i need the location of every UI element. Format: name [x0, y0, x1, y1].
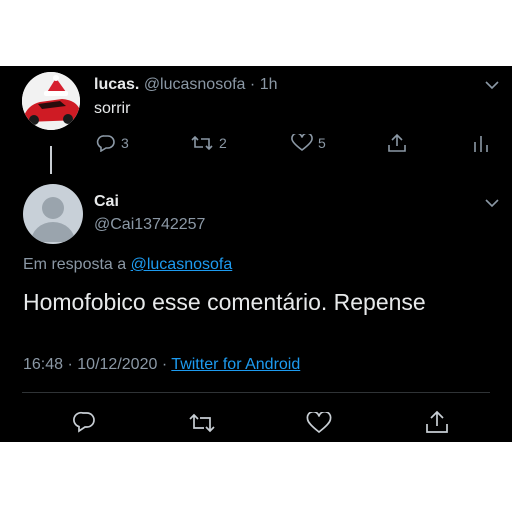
analytics-icon: [472, 134, 490, 154]
parent-avatar[interactable]: [22, 72, 80, 130]
retweet-icon: [190, 134, 214, 152]
reply-handle[interactable]: @Cai13742257: [94, 216, 205, 234]
parent-reply-button[interactable]: 3: [96, 134, 129, 152]
reply-like-button[interactable]: [306, 412, 332, 434]
action-bar-divider: [22, 392, 490, 393]
parent-more-button[interactable]: [484, 80, 500, 90]
chevron-down-icon: [484, 80, 500, 90]
like-icon: [291, 134, 313, 152]
parent-display-name[interactable]: lucas.: [94, 76, 139, 93]
parent-like-count: 5: [318, 135, 326, 151]
parent-tweet[interactable]: lucas. @lucasnosofa · 1h sorrir 3 2 5: [0, 66, 512, 156]
parent-retweet-count: 2: [219, 135, 227, 151]
reply-text: Homofobico esse comentário. Repense: [23, 289, 426, 315]
reply-retweet-button[interactable]: [188, 412, 216, 434]
parent-time[interactable]: 1h: [260, 76, 278, 93]
reply-icon: [73, 411, 97, 433]
share-icon: [386, 132, 408, 154]
reply-source-link[interactable]: Twitter for Android: [171, 356, 300, 373]
default-avatar-icon: [23, 184, 83, 244]
parent-share-button[interactable]: [386, 132, 408, 154]
reply-reply-button[interactable]: [73, 411, 97, 433]
reply-share-button[interactable]: [424, 409, 450, 435]
reply-source-separator: ·: [161, 356, 168, 373]
share-icon: [424, 409, 450, 435]
thread-connector-line: [50, 146, 52, 174]
reply-meta: 16:48 · 10/12/2020 · Twitter for Android: [23, 356, 300, 374]
parent-handle[interactable]: @lucasnosofa: [144, 76, 246, 93]
parent-separator: ·: [249, 76, 256, 93]
parent-text: sorrir: [94, 100, 131, 117]
reply-date-separator: ·: [67, 356, 73, 373]
replying-prefix: Em resposta a: [23, 256, 127, 273]
parent-header: lucas. @lucasnosofa · 1h: [94, 76, 277, 94]
parent-like-button[interactable]: 5: [291, 134, 326, 152]
reply-icon: [96, 134, 116, 152]
chevron-down-icon: [484, 198, 500, 208]
like-icon: [306, 412, 332, 434]
parent-analytics-button[interactable]: [472, 134, 490, 154]
replying-to-link[interactable]: @lucasnosofa: [131, 256, 233, 273]
reply-avatar[interactable]: [23, 184, 83, 244]
reply-time: 16:48: [23, 356, 64, 373]
retweet-icon: [188, 412, 216, 434]
parent-retweet-button[interactable]: 2: [190, 134, 227, 152]
reply-more-button[interactable]: [484, 198, 500, 208]
replying-to-line: Em resposta a @lucasnosofa: [23, 256, 232, 274]
tweet-thread-screen: lucas. @lucasnosofa · 1h sorrir 3 2 5 Ca…: [0, 66, 512, 442]
parent-reply-count: 3: [121, 135, 129, 151]
reply-display-name[interactable]: Cai: [94, 193, 119, 211]
reply-date: 10/12/2020: [77, 356, 158, 373]
